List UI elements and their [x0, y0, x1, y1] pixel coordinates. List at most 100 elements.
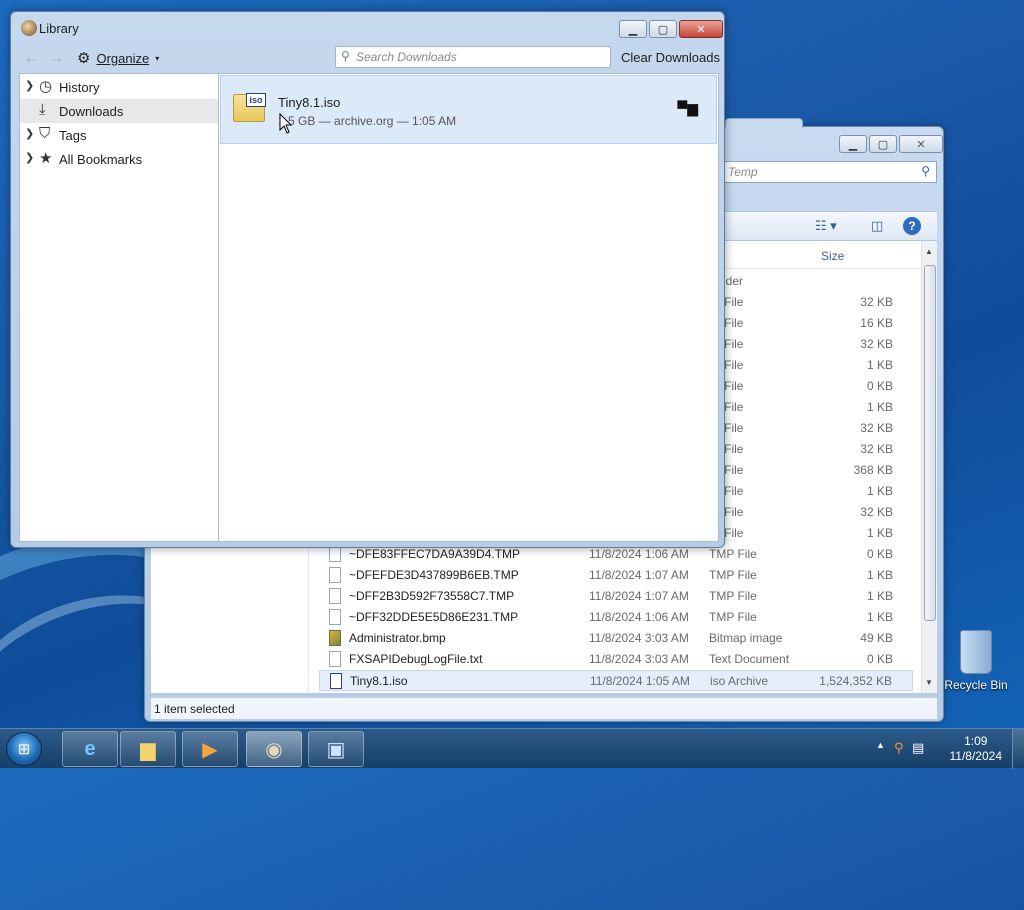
- star-icon: ★: [39, 150, 53, 167]
- file-size: 0 KB: [866, 379, 893, 393]
- help-icon[interactable]: ?: [903, 217, 921, 235]
- file-size: 1 KB: [866, 484, 893, 498]
- file-size: 368 KB: [853, 463, 893, 477]
- file-size: 1 KB: [866, 526, 893, 540]
- expand-arrow-icon[interactable]: ❯: [25, 127, 34, 140]
- organize-label: Organize: [96, 50, 150, 66]
- downloads-list: iso Tiny8.1.iso 1.5 GB — archive.org — 1…: [218, 73, 719, 542]
- file-icon: [329, 651, 341, 667]
- sidebar-item-downloads[interactable]: ⤓ Downloads: [20, 99, 218, 123]
- organize-menu-button[interactable]: ⚙ Organize ▾: [77, 49, 159, 67]
- expand-arrow-icon[interactable]: ❯: [25, 79, 34, 92]
- open-folder-icon[interactable]: ▀▆: [677, 100, 698, 117]
- file-name: FXSAPIDebugLogFile.txt: [349, 652, 483, 666]
- preview-pane-icon[interactable]: ◫: [871, 218, 883, 234]
- show-desktop-button[interactable]: [1012, 729, 1024, 769]
- scroll-up-arrow[interactable]: ▲: [925, 247, 933, 256]
- scroll-thumb[interactable]: [924, 265, 936, 621]
- file-icon: [329, 588, 341, 604]
- table-row[interactable]: Tiny8.1.iso 11/8/2024 1:05 AM iso Archive 1…: [319, 670, 913, 691]
- file-date: 11/8/2024 1:05 AM: [590, 674, 690, 688]
- file-type: Text Document: [709, 652, 790, 666]
- file-name: Tiny8.1.iso: [350, 674, 408, 688]
- sidebar-item-all-bookmarks[interactable]: ❯ ★ All Bookmarks: [20, 147, 218, 171]
- start-button[interactable]: ⊞: [6, 732, 42, 766]
- file-date: 11/8/2024 1:07 AM: [589, 568, 689, 582]
- download-icon: ⤓: [39, 101, 46, 118]
- explorer-window-controls: ▁ ▢ ✕: [839, 135, 943, 153]
- recycle-bin-icon: [960, 630, 992, 674]
- download-file-name: Tiny8.1.iso: [278, 95, 341, 110]
- file-size: 1,524,352 KB: [819, 674, 892, 688]
- table-row[interactable]: Administrator.bmp 11/8/2024 3:03 AM Bitmap…: [319, 628, 913, 649]
- search-icon[interactable]: ⚲: [921, 164, 930, 178]
- table-row[interactable]: ~DFF32DDE5E5D86E231.TMP 11/8/2024 1:06 AM…: [319, 607, 913, 628]
- file-type: TMP File: [709, 610, 757, 624]
- explorer-tab-stub: [725, 118, 803, 128]
- sidebar-item-label: All Bookmarks: [59, 152, 143, 167]
- scroll-down-arrow[interactable]: ▼: [925, 678, 933, 687]
- maximize-button[interactable]: ▢: [869, 135, 897, 153]
- view-options-icon[interactable]: ☷ ▾: [815, 218, 837, 234]
- download-item[interactable]: iso Tiny8.1.iso 1.5 GB — archive.org — 1…: [220, 75, 717, 144]
- file-date: 11/8/2024 1:06 AM: [589, 547, 689, 561]
- file-size: 1 KB: [866, 610, 893, 624]
- taskbar-media-player[interactable]: ▶: [182, 731, 238, 767]
- expand-arrow-icon[interactable]: ❯: [25, 151, 34, 164]
- file-size: 32 KB: [860, 505, 893, 519]
- file-icon: [329, 567, 341, 583]
- recycle-bin-shortcut[interactable]: Recycle Bin: [944, 630, 1008, 692]
- minimize-button[interactable]: ▁: [619, 20, 647, 38]
- file-size: 49 KB: [860, 631, 893, 645]
- sidebar-item-tags[interactable]: ❯ ⛉ Tags: [20, 123, 218, 147]
- tag-icon: ⛉: [39, 125, 51, 142]
- taskbar-file-explorer[interactable]: ▆: [120, 731, 176, 767]
- file-size: 32 KB: [860, 442, 893, 456]
- library-window[interactable]: Library ▁ ▢ ✕ ← → ⚙ Organize ▾ ⚲ Search …: [10, 11, 725, 548]
- taskbar-library-app[interactable]: ◉: [246, 731, 302, 767]
- gear-icon: ⚙: [77, 50, 91, 67]
- close-button[interactable]: ✕: [679, 20, 723, 38]
- file-type: Bitmap image: [709, 631, 783, 645]
- file-type: TMP File: [709, 589, 757, 603]
- minimize-button[interactable]: ▁: [839, 135, 867, 153]
- iso-tag: iso: [246, 93, 266, 107]
- search-icon: ⚲: [341, 49, 350, 63]
- file-type: TMP File: [709, 547, 757, 561]
- close-button[interactable]: ✕: [899, 135, 943, 153]
- file-type: iso Archive: [710, 674, 769, 688]
- clear-downloads-button[interactable]: Clear Downloads: [621, 50, 720, 65]
- table-row[interactable]: ~DFEFDE3D437899B6EB.TMP 11/8/2024 1:07 AM…: [319, 565, 913, 586]
- sidebar-item-history[interactable]: ❯ ◷ History: [20, 75, 218, 99]
- computer-icon: ▣: [326, 738, 346, 761]
- search-tray-icon[interactable]: ⚲: [894, 740, 904, 756]
- table-row[interactable]: FXSAPIDebugLogFile.txt 11/8/2024 3:03 AM T…: [319, 649, 913, 670]
- file-date: 11/8/2024 1:06 AM: [589, 610, 689, 624]
- taskbar-computer[interactable]: ▣: [308, 731, 364, 767]
- sidebar-item-label: Tags: [59, 128, 87, 143]
- bitmap-file-icon: [329, 630, 341, 646]
- file-name: ~DFF32DDE5E5D86E231.TMP: [349, 610, 519, 624]
- dropdown-arrow-icon: ▾: [155, 53, 160, 63]
- forward-arrow-icon[interactable]: →: [47, 47, 65, 68]
- file-size: 1 KB: [866, 568, 893, 582]
- explorer-search-input[interactable]: ch Temp ⚲: [705, 161, 937, 183]
- maximize-button[interactable]: ▢: [649, 20, 677, 38]
- download-details: 1.5 GB — archive.org — 1:05 AM: [278, 114, 457, 128]
- column-size-header[interactable]: Size: [821, 249, 844, 263]
- search-downloads-input[interactable]: ⚲ Search Downloads: [335, 46, 611, 68]
- window-title: Library: [39, 21, 79, 36]
- network-icon[interactable]: ▤: [912, 740, 924, 756]
- taskbar-internet-explorer[interactable]: e: [62, 731, 118, 767]
- iso-file-icon: [330, 673, 342, 689]
- media-player-icon: ▶: [202, 738, 218, 761]
- folder-icon: ▆: [140, 738, 156, 761]
- explorer-scrollbar[interactable]: ▲ ▼: [921, 241, 937, 693]
- file-size: 32 KB: [860, 421, 893, 435]
- raccoon-app-icon: ◉: [265, 738, 283, 761]
- clock[interactable]: 1:09 11/8/2024: [950, 734, 1003, 764]
- show-hidden-icons-icon[interactable]: ▲: [876, 740, 885, 750]
- back-arrow-icon[interactable]: ←: [23, 47, 41, 68]
- sidebar-item-label: Downloads: [59, 104, 124, 119]
- table-row[interactable]: ~DFF2B3D592F73558C7.TMP 11/8/2024 1:07 AM…: [319, 586, 913, 607]
